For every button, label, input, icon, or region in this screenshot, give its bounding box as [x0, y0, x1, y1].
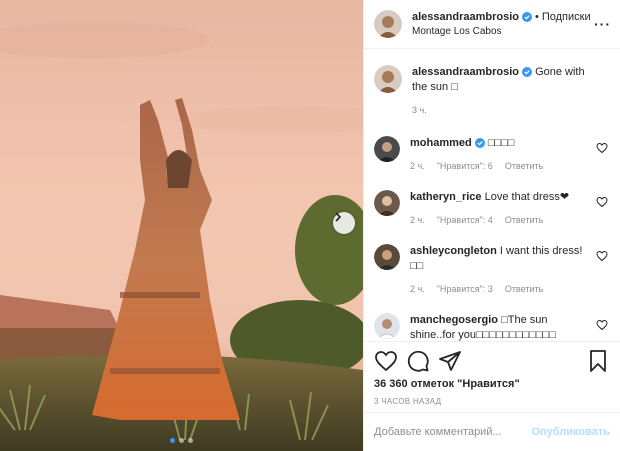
- comment-username[interactable]: mohammed: [410, 137, 472, 149]
- comments-list[interactable]: alessandraambrosio Gone with the sun □ 3…: [364, 49, 620, 341]
- reply-button[interactable]: Ответить: [505, 159, 543, 174]
- avatar-image: [374, 313, 400, 339]
- next-slide-button[interactable]: [333, 212, 355, 234]
- bookmark-icon[interactable]: [586, 349, 610, 373]
- carousel-dot: [170, 438, 175, 443]
- action-icons: [374, 342, 610, 380]
- comment-text: ashleycongleton I want this dress! □□: [410, 244, 588, 274]
- comment-avatar[interactable]: [374, 244, 400, 270]
- photo-image: [0, 0, 363, 451]
- avatar-image: [374, 190, 400, 216]
- comment-username[interactable]: ashleycongleton: [410, 245, 497, 257]
- verified-icon: [474, 138, 485, 149]
- post-panel: alessandraambrosio • Подписки Montage Lo…: [363, 0, 620, 451]
- comment-message: Love that dress❤: [484, 191, 570, 203]
- comment-body: manchegosergio □The sun shine..for you□□…: [410, 313, 610, 341]
- heart-icon[interactable]: [374, 349, 398, 373]
- comment-body: ashleycongleton I want this dress! □□ 2 …: [410, 244, 610, 297]
- author-avatar[interactable]: [374, 10, 402, 38]
- heart-icon[interactable]: [596, 319, 608, 331]
- instagram-post: alessandraambrosio • Подписки Montage Lo…: [0, 0, 620, 451]
- comment-time: 2 ч.: [410, 161, 425, 171]
- header-top-row: alessandraambrosio • Подписки: [412, 11, 594, 23]
- post-actions: 36 360 отметок "Нравится" 3 ЧАСОВ НАЗАД: [364, 341, 620, 406]
- comment-avatar[interactable]: [374, 136, 400, 162]
- comment-text: manchegosergio □The sun shine..for you□□…: [410, 313, 588, 341]
- reply-button[interactable]: Ответить: [505, 282, 543, 297]
- comment-avatar[interactable]: [374, 190, 400, 216]
- author-username[interactable]: alessandraambrosio: [412, 11, 519, 23]
- avatar-image: [374, 136, 400, 162]
- comment-username[interactable]: manchegosergio: [410, 314, 498, 326]
- caption-username[interactable]: alessandraambrosio: [412, 66, 519, 78]
- comment-item: mohammed □□□□ 2 ч. "Нравится": 6 Ответит…: [374, 136, 610, 174]
- comment-meta: 2 ч. "Нравится": 6 Ответить: [410, 159, 588, 174]
- caption: alessandraambrosio Gone with the sun □ 3…: [374, 65, 610, 118]
- verified-icon: [522, 67, 532, 78]
- avatar-image: [374, 244, 400, 270]
- publish-button[interactable]: Опубликовать: [531, 426, 610, 438]
- follow-button[interactable]: Подписки: [542, 11, 591, 23]
- share-icon[interactable]: [438, 349, 462, 373]
- carousel-dots: [0, 438, 363, 443]
- avatar-image: [374, 10, 402, 38]
- comment-body: katheryn_rice Love that dress❤ 2 ч. "Нра…: [410, 190, 610, 228]
- comment-username[interactable]: katheryn_rice: [410, 191, 482, 203]
- caption-meta: 3 ч.: [412, 103, 588, 118]
- caption-avatar[interactable]: [374, 65, 402, 93]
- likes-count[interactable]: 36 360 отметок "Нравится": [374, 378, 610, 390]
- comment-likes[interactable]: "Нравится": 3: [437, 282, 493, 297]
- comment-text: katheryn_rice Love that dress❤: [410, 190, 588, 205]
- comment-item: manchegosergio □The sun shine..for you□□…: [374, 313, 610, 341]
- verified-icon: [522, 12, 532, 22]
- chevron-right-icon: [335, 212, 342, 222]
- post-photo[interactable]: [0, 0, 363, 451]
- comment-meta: 2 ч. "Нравится": 3 Ответить: [410, 282, 588, 297]
- header-text: alessandraambrosio • Подписки Montage Lo…: [412, 11, 594, 37]
- comment-text: mohammed □□□□: [410, 136, 588, 151]
- avatar-image: [374, 65, 402, 93]
- comment-likes[interactable]: "Нравится": 6: [437, 159, 493, 174]
- comment-time: 2 ч.: [410, 284, 425, 294]
- reply-button[interactable]: Ответить: [505, 213, 543, 228]
- carousel-dot: [188, 438, 193, 443]
- heart-icon[interactable]: [596, 142, 608, 154]
- caption-time: 3 ч.: [412, 105, 427, 115]
- comment-icon[interactable]: [406, 349, 430, 373]
- heart-icon[interactable]: [596, 196, 608, 208]
- carousel-dot: [179, 438, 184, 443]
- more-icon[interactable]: ···: [594, 16, 610, 32]
- comment-likes[interactable]: "Нравится": 4: [437, 213, 493, 228]
- comment-item: ashleycongleton I want this dress! □□ 2 …: [374, 244, 610, 297]
- comment-avatar[interactable]: [374, 313, 400, 339]
- post-time: 3 ЧАСОВ НАЗАД: [374, 397, 442, 406]
- separator-dot: •: [535, 11, 539, 23]
- caption-text: alessandraambrosio Gone with the sun □: [412, 65, 588, 95]
- comment-meta: 2 ч. "Нравится": 4 Ответить: [410, 213, 588, 228]
- comment-body: mohammed □□□□ 2 ч. "Нравится": 6 Ответит…: [410, 136, 610, 174]
- caption-emoji: □: [451, 81, 458, 93]
- comment-input[interactable]: [374, 426, 532, 438]
- add-comment-bar: Опубликовать: [364, 412, 620, 451]
- comment-item: katheryn_rice Love that dress❤ 2 ч. "Нра…: [374, 190, 610, 228]
- caption-body: alessandraambrosio Gone with the sun □ 3…: [412, 65, 610, 118]
- location-link[interactable]: Montage Los Cabos: [412, 26, 594, 37]
- comment-message: □□□□: [487, 137, 515, 149]
- heart-icon[interactable]: [596, 250, 608, 262]
- comment-time: 2 ч.: [410, 215, 425, 225]
- post-header: alessandraambrosio • Подписки Montage Lo…: [364, 0, 620, 49]
